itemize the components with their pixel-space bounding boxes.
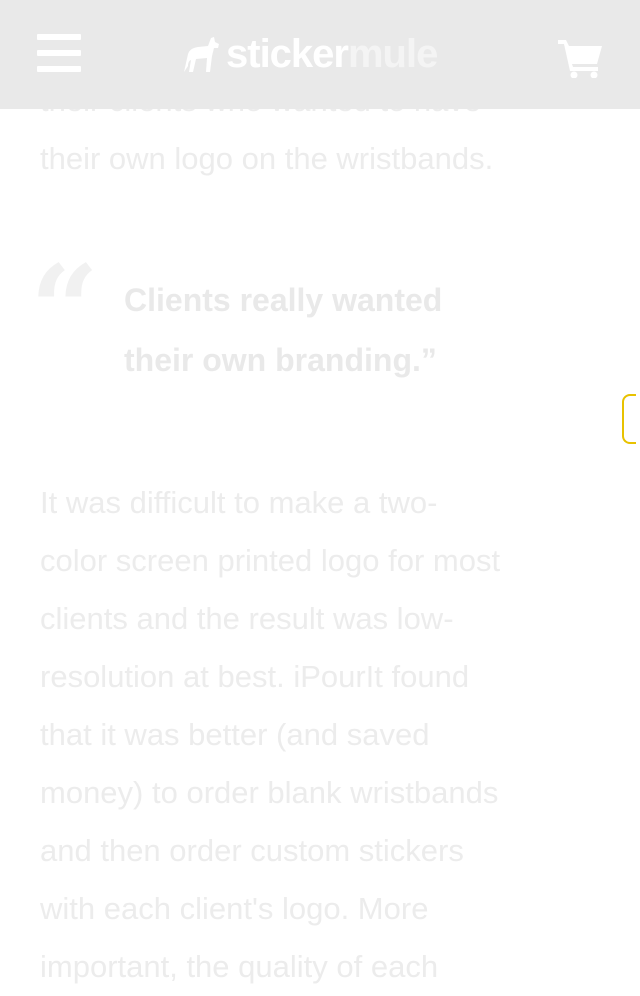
pull-quote: Clients really wanted their own branding… — [124, 270, 544, 390]
top-header: sticker mule — [0, 0, 640, 109]
body-line: money) to order blank wristbands — [40, 775, 499, 810]
logo-text-mule: mule — [347, 32, 438, 76]
body-line: color screen printed logo for most — [40, 543, 501, 578]
body-line: resolution at best. iPourIt found — [40, 659, 470, 694]
body-line: with each client's logo. More — [40, 891, 429, 926]
quote-mark-icon: “ — [30, 239, 100, 380]
logo-text-sticker: sticker — [226, 32, 349, 76]
cart-icon[interactable] — [556, 36, 604, 79]
quote-line: Clients really wanted — [124, 282, 443, 318]
scroll-handle[interactable] — [622, 394, 636, 444]
body-line: It was difficult to make a two- — [40, 485, 438, 520]
quote-line: their own branding.” — [124, 342, 437, 378]
mule-logo-icon — [184, 37, 219, 72]
stickermule-logo[interactable]: sticker mule — [180, 30, 470, 78]
intro-line: their own logo on the wristbands. — [40, 141, 494, 176]
hamburger-icon[interactable] — [37, 34, 81, 72]
body-paragraph: It was difficult to make a two- color sc… — [40, 474, 610, 996]
body-line: clients and the result was low- — [40, 601, 454, 636]
body-line: that it was better (and saved — [40, 717, 430, 752]
body-line: and then order custom stickers — [40, 833, 464, 868]
body-line: important, the quality of each — [40, 949, 439, 984]
